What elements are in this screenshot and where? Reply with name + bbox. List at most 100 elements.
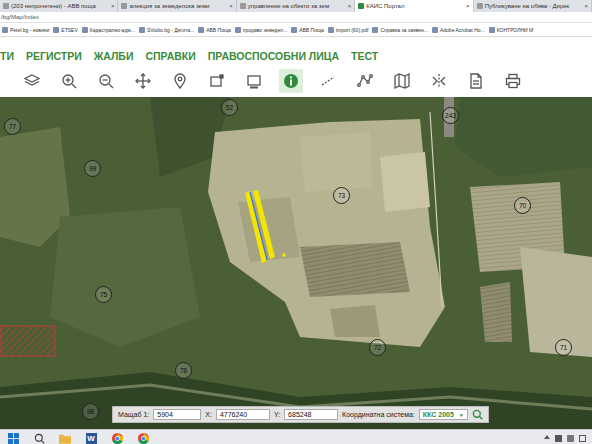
bookmark[interactable]: Кадастрално-адм... (82, 27, 135, 33)
map-toolbar (0, 65, 592, 97)
notification-icon[interactable] (579, 435, 586, 442)
y-input[interactable]: 685248 (284, 409, 338, 420)
tool-button[interactable] (279, 69, 303, 93)
taskbar-app[interactable] (5, 431, 21, 444)
tool-button[interactable] (464, 69, 488, 93)
bookmark[interactable]: ETSEV (53, 27, 77, 33)
bookmarks-bar: Petel.bg - новини ETSEV Кадастрално-адм...… (0, 23, 592, 37)
tool-button[interactable] (353, 69, 377, 93)
tool-button[interactable] (242, 69, 266, 93)
bookmark[interactable]: Adobe Acrobat Ho... (432, 27, 485, 33)
bookmark[interactable]: Справка за заявен... (372, 27, 428, 33)
tab-close-button[interactable]: × (229, 3, 233, 9)
menu-item[interactable]: ПРАВОСПОСОБНИ ЛИЦА (208, 50, 339, 62)
bookmark-icon (328, 27, 334, 33)
up-icon[interactable] (544, 435, 550, 439)
browser-tab[interactable]: управление на обекти за зем× (237, 0, 355, 12)
tab-close-button[interactable]: × (466, 3, 470, 9)
taskbar-app[interactable] (57, 431, 73, 444)
tool-button[interactable] (94, 69, 118, 93)
search-icon[interactable] (472, 409, 483, 420)
volume-icon[interactable] (567, 435, 574, 442)
browser-tab[interactable]: алекция за земеделска земи× (118, 0, 236, 12)
polyline-icon (357, 73, 373, 89)
parcel-label[interactable]: 77 (4, 118, 21, 135)
menu-item[interactable]: ТИ (0, 50, 14, 62)
parcel-label[interactable]: 99 (84, 160, 101, 177)
tool-button[interactable] (316, 69, 340, 93)
menu-item[interactable]: ТЕСТ (351, 50, 378, 62)
x-input[interactable]: 4776240 (216, 409, 270, 420)
browser-tab-bar: (203 непрочетени) - АВВ поща×алекция за … (0, 0, 592, 12)
bookmark-icon (372, 27, 378, 33)
tab-close-button[interactable]: × (111, 3, 115, 9)
bookmark[interactable]: АВВ Поща (291, 27, 324, 33)
favicon-icon (358, 3, 364, 9)
bookmark[interactable]: import (60).pdf (328, 27, 369, 33)
parcel-label[interactable]: 72 (369, 339, 386, 356)
parcel-label[interactable]: 243 (442, 107, 459, 124)
tab-close-button[interactable]: × (585, 3, 589, 9)
info-icon (283, 73, 299, 89)
tool-button[interactable] (390, 69, 414, 93)
bookmark[interactable]: КОНТРОЛНИ М (489, 27, 534, 33)
favicon-icon (121, 3, 127, 9)
print-icon (505, 73, 521, 89)
bookmark-icon (291, 27, 297, 33)
tab-label: КАИС Портал (366, 3, 464, 9)
tool-button[interactable] (168, 69, 192, 93)
menu-item[interactable]: СПРАВКИ (145, 50, 195, 62)
parcel-label[interactable]: 73 (333, 187, 350, 204)
screen: (203 непрочетени) - АВВ поща×алекция за … (0, 0, 592, 444)
parcel-label[interactable]: 75 (95, 286, 112, 303)
map-canvas[interactable]: 77 99 52 73 243 70 75 72 71 78 98 Мащаб 1:5904X:477… (0, 97, 592, 429)
network-icon[interactable] (555, 435, 562, 442)
bookmark[interactable]: продаво земедел... (235, 27, 287, 33)
taskbar-app[interactable] (109, 431, 125, 444)
folder-icon (59, 433, 71, 444)
chrome-icon (138, 433, 149, 444)
parcel-label[interactable]: 78 (175, 362, 192, 379)
address-bar[interactable]: /bg/Map/Index (0, 12, 592, 23)
menu-item[interactable]: ЖАЛБИ (94, 50, 134, 62)
bookmark-icon (432, 27, 438, 33)
rect-select-icon (209, 73, 225, 89)
crs-select[interactable]: ККС 2005▼ (419, 409, 468, 420)
tool-button[interactable] (131, 69, 155, 93)
tool-button[interactable] (427, 69, 451, 93)
taskbar-app[interactable]: W (83, 431, 99, 444)
scale-input[interactable]: 5904 (153, 409, 201, 420)
tool-button[interactable] (20, 69, 44, 93)
favicon-icon (240, 3, 246, 9)
bookmark-icon (82, 27, 88, 33)
parcel-label[interactable]: 70 (514, 197, 531, 214)
map-icon (394, 73, 410, 89)
bookmark[interactable]: АВВ Поща (198, 27, 231, 33)
tool-button[interactable] (205, 69, 229, 93)
menu-item[interactable]: РЕГИСТРИ (26, 50, 82, 62)
browser-tab[interactable]: (203 непрочетени) - АВВ поща× (0, 0, 118, 12)
document-icon (468, 73, 484, 89)
parcel-label[interactable]: 52 (221, 99, 238, 116)
coordinate-bar: Мащаб 1:5904X:4776240Y:685248Координатна… (112, 406, 489, 423)
tab-close-button[interactable]: × (348, 3, 352, 9)
parcel-label[interactable]: 98 (82, 403, 99, 420)
taskbar-app[interactable] (135, 431, 151, 444)
satellite-image (0, 97, 592, 429)
tool-button[interactable] (501, 69, 525, 93)
bookmark[interactable]: Petel.bg - новини (2, 27, 49, 33)
bookmark-icon (2, 27, 8, 33)
browser-tab[interactable]: Публикуване на обява - Дирек× (474, 0, 592, 12)
rect-icon (246, 73, 262, 89)
taskbar-app[interactable] (31, 431, 47, 444)
browser-tab[interactable]: КАИС Портал× (355, 0, 473, 12)
tab-label: (203 непрочетени) - АВВ поща (11, 3, 109, 9)
favicon-icon (477, 3, 483, 9)
parcel-label[interactable]: 71 (555, 339, 572, 356)
tab-label: алекция за земеделска земи (129, 3, 227, 9)
tool-button[interactable] (57, 69, 81, 93)
pan-icon (135, 73, 151, 89)
tab-label: Публикуване на обява - Дирек (485, 3, 583, 9)
bookmark[interactable]: SVodio.bg - Дигита... (139, 27, 194, 33)
word-icon: W (86, 433, 97, 444)
